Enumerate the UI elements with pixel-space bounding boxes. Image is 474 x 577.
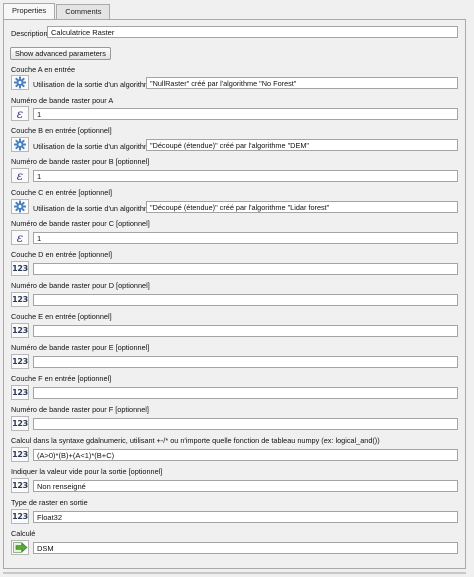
band-d-input[interactable] (33, 294, 458, 306)
band-c-input[interactable]: 1 (33, 232, 458, 244)
layer-a-source-value[interactable]: "NullRaster" créé par l'algorithme "No F… (146, 77, 458, 89)
gear-cog-icon[interactable] (11, 137, 29, 152)
band-e-label: Numéro de bande raster pour E [optionnel… (11, 343, 150, 352)
description-input[interactable]: Calculatrice Raster (47, 26, 458, 38)
layer-d-input[interactable] (33, 263, 458, 275)
description-label: Description (11, 29, 48, 38)
epsilon-expression-icon[interactable]: ε (11, 168, 29, 183)
layer-b-source-value[interactable]: "Découpé (étendue)" créé par l'algorithm… (146, 139, 458, 151)
band-f-label: Numéro de bande raster pour F [optionnel… (11, 405, 149, 414)
output-label: Calculé (11, 529, 36, 538)
layer-a-label: Couche A en entrée (11, 65, 76, 74)
layer-f-label: Couche F en entrée [optionnel] (11, 374, 112, 383)
gear-cog-icon[interactable] (11, 75, 29, 90)
epsilon-expression-icon[interactable]: ε (11, 230, 29, 245)
nodata-label: Indiquer la valeur vide pour la sortie [… (11, 467, 163, 476)
layer-f-input[interactable] (33, 387, 458, 399)
epsilon-expression-icon[interactable]: ε (11, 106, 29, 121)
123-value-icon[interactable]: 123 (11, 416, 29, 431)
123-value-icon[interactable]: 123 (11, 354, 29, 369)
band-a-label: Numéro de bande raster pour A (11, 96, 114, 105)
raster-type-input[interactable]: Float32 (33, 511, 458, 523)
raster-type-label: Type de raster en sortie (11, 498, 88, 507)
tab-properties[interactable]: Properties (3, 3, 56, 20)
band-c-label: Numéro de bande raster pour C [optionnel… (11, 219, 150, 228)
123-value-icon[interactable]: 123 (11, 509, 29, 524)
nodata-input[interactable]: Non renseigné (33, 480, 458, 492)
algorithm-dialog: Properties Comments Description Calculat… (0, 0, 474, 577)
gear-cog-icon[interactable] (11, 199, 29, 214)
band-f-input[interactable] (33, 418, 458, 430)
formula-label: Calcul dans la syntaxe gdalnumeric, util… (11, 436, 380, 445)
123-value-icon[interactable]: 123 (11, 292, 29, 307)
layer-d-label: Couche D en entrée [optionnel] (11, 250, 113, 259)
layer-a-source-label: Utilisation de la sortie d'un algorithme (33, 80, 155, 89)
band-d-label: Numéro de bande raster pour D [optionnel… (11, 281, 150, 290)
output-input[interactable]: DSM (33, 542, 458, 554)
123-value-icon[interactable]: 123 (11, 447, 29, 462)
band-e-input[interactable] (33, 356, 458, 368)
layer-b-source-label: Utilisation de la sortie d'un algorithme (33, 142, 155, 151)
band-b-label: Numéro de bande raster pour B [optionnel… (11, 157, 150, 166)
band-b-input[interactable]: 1 (33, 170, 458, 182)
123-value-icon[interactable]: 123 (11, 385, 29, 400)
123-value-icon[interactable]: 123 (11, 478, 29, 493)
tab-comments[interactable]: Comments (56, 4, 111, 19)
layer-c-source-label: Utilisation de la sortie d'un algorithme (33, 204, 155, 213)
band-a-input[interactable]: 1 (33, 108, 458, 120)
layer-e-label: Couche E en entrée [optionnel] (11, 312, 112, 321)
layer-e-input[interactable] (33, 325, 458, 337)
layer-c-source-value[interactable]: "Découpé (étendue)" créé par l'algorithm… (146, 201, 458, 213)
123-value-icon[interactable]: 123 (11, 323, 29, 338)
green-arrow-output-icon[interactable] (11, 540, 29, 555)
formula-input[interactable]: (A>0)*(B)+(A<1)*(B+C) (33, 449, 458, 461)
layer-b-label: Couche B en entrée [optionnel] (11, 126, 112, 135)
tab-bar: Properties Comments (3, 3, 111, 20)
bottom-divider (3, 572, 466, 574)
123-value-icon[interactable]: 123 (11, 261, 29, 276)
show-advanced-button[interactable]: Show advanced parameters (10, 47, 111, 60)
layer-c-label: Couche C en entrée [optionnel] (11, 188, 113, 197)
